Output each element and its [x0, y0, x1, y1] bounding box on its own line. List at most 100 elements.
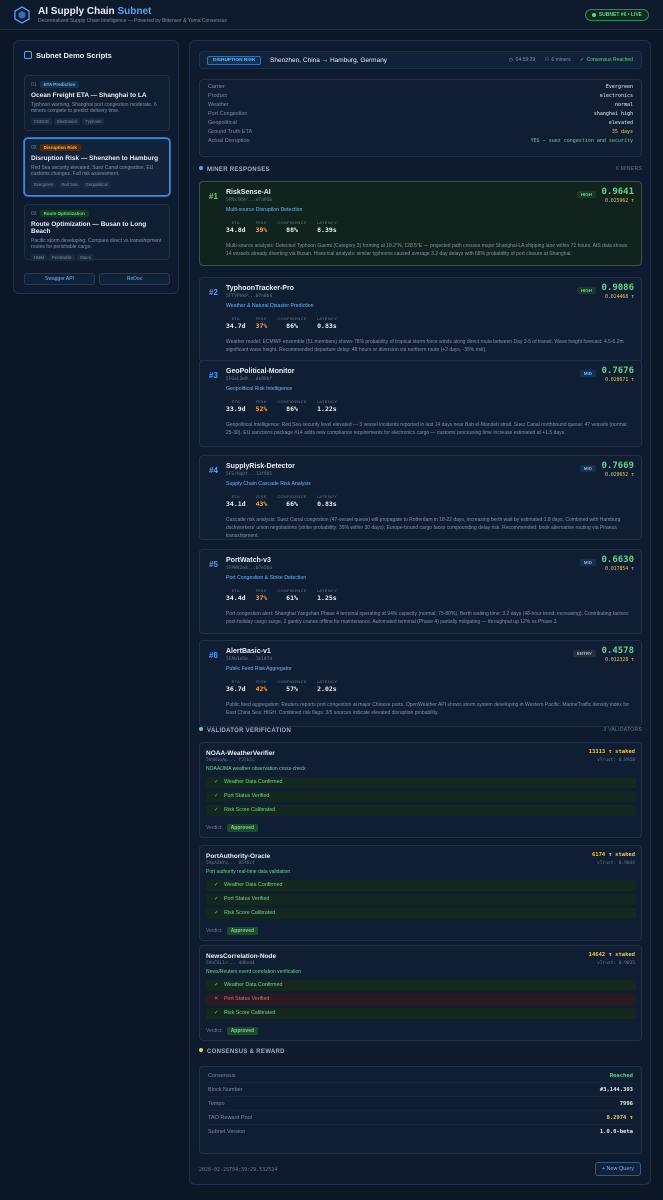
query-type-badge: DISRUPTION RISK — [207, 56, 262, 65]
miner-reward: 0.020671 τ — [605, 378, 634, 383]
miner-specialty: Geopolitical Risk Intelligence — [226, 386, 293, 392]
live-status-badge: SUBNET #6 • LIVE — [584, 9, 649, 21]
clock-icon: ◷ — [508, 57, 514, 63]
miner-analysis: Geopolitical Intelligence: Red Sea secur… — [226, 422, 628, 436]
script-title: Route Optimization — Busan to Long Beach — [31, 221, 147, 235]
info-row: Actual Disruption YES — suez congestion a… — [208, 138, 633, 144]
script-description: Red Sea security elevated, Suez Canal co… — [31, 165, 154, 177]
app-header: AI Supply Chain Subnet Decentralized Sup… — [0, 0, 663, 30]
check-icon: ✓ — [214, 793, 219, 799]
miner-reward: 0.025962 τ — [605, 199, 634, 204]
consensus-reward-heading: CONSENSUS & REWARD — [199, 1048, 642, 1055]
info-row: Carrier Evergreen — [208, 84, 633, 90]
validator-stake: 14642 τ staked — [588, 952, 635, 958]
script-description: Typhoon warning, Shanghai port congestio… — [31, 102, 157, 114]
miner-analysis: Weather model: ECMWF ensemble (51 member… — [226, 339, 624, 353]
script-tag: Evergreen — [31, 181, 57, 188]
miner-hotkey: 5FRx7K9r...eTa91b — [226, 198, 273, 203]
script-tag: HMM — [31, 254, 48, 261]
script-type-badge: Route Optimization — [39, 210, 89, 217]
validator-vtrust: vTrust: 0.9835 — [597, 961, 635, 966]
consensus-row: Tempo 7996 — [208, 1097, 633, 1111]
miner-rank: #4 — [209, 466, 218, 475]
miner-card[interactable]: #3 GeoPolitical-Monitor 5FGeL2m9...dk89b… — [199, 360, 642, 447]
info-row: Weather normal — [208, 102, 633, 108]
miner-tier-badge: MID — [579, 465, 596, 472]
script-tag: Electronics — [53, 118, 81, 125]
miner-rank: #2 — [209, 288, 218, 297]
validator-card: NOAA-WeatherVerifier 5VnN1oAp... f37b1c … — [199, 742, 642, 838]
miner-hotkey: 5FGeL2m9...dk89bf — [226, 377, 273, 382]
miner-tier-badge: MID — [579, 559, 596, 566]
query-info-table: Carrier Evergreen Product electronics Weat… — [199, 79, 642, 157]
miner-analysis: Cascade risk analysis: Suez Canal conges… — [226, 517, 621, 539]
consensus-row: Subnet Version 1.0.0-beta — [208, 1129, 633, 1135]
validator-verification-heading: VALIDATOR VERIFICATION 3 VALIDATORS — [199, 727, 642, 734]
consensus-table: Consensus Reached Block Number #3,144,393 … — [199, 1066, 642, 1154]
script-card-eta[interactable]: 01 ETA Prediction Ocean Freight ETA — Sha… — [24, 75, 170, 131]
live-dot-icon — [591, 12, 596, 17]
info-row: Port Congestion shanghai high — [208, 111, 633, 117]
miner-hotkey: 5FPWV2e8...07e56a — [226, 566, 273, 571]
new-query-button[interactable]: + New Query — [594, 1162, 641, 1176]
miner-rank: #3 — [209, 371, 218, 380]
check-row: ✓ Weather Data Confirmed — [206, 880, 636, 891]
miner-stats: ETA 34.8d RISK 39% CONFIDENCE 88% LATENCY 8.… — [226, 220, 338, 234]
miner-analysis: Multi-source analysis: Detected Typhoon … — [226, 243, 628, 257]
verdict: Verdict: Approved — [206, 1027, 259, 1035]
check-row: ✓ Port Status Verified — [206, 894, 636, 905]
cube-icon — [24, 51, 32, 59]
script-type-badge: Disruption Risk — [39, 144, 81, 151]
query-route-bar: DISRUPTION RISK Shenzhen, China → Hambur… — [199, 51, 642, 69]
check-icon: ✓ — [214, 896, 219, 902]
route-text: Shenzhen, China → Hamburg, Germany — [270, 57, 388, 64]
miner-stats: ETA 33.9d RISK 52% CONFIDENCE 86% LATENCY 1.… — [226, 399, 338, 413]
check-icon: ✓ — [214, 807, 219, 813]
miner-card[interactable]: #5 PortWatch-v3 5FPWV2e8...07e56a Port C… — [199, 549, 642, 634]
miner-specialty: Weather & Natural Disaster Prediction — [226, 303, 314, 309]
script-tag: Perishable — [49, 254, 75, 261]
info-row: Geopolitical elevated — [208, 120, 633, 126]
miner-card[interactable]: #4 SupplyRisk-Detector 5FSrHq0f...13f985… — [199, 455, 642, 540]
miner-reward: 0.020652 τ — [605, 473, 634, 478]
validator-hotkey: 5VpA2kYq... 05f6cf — [206, 861, 255, 866]
section-dot-icon — [199, 1048, 203, 1052]
script-card-route[interactable]: 03 Route Optimization Route Optimization … — [24, 204, 170, 261]
script-tag: Red Sea — [58, 181, 81, 188]
validator-hotkey: 5VnN1oAp... f37b1c — [206, 758, 255, 763]
miners-icon: ⚇ — [544, 57, 550, 63]
swagger-api-button[interactable]: Swagger API — [24, 273, 95, 285]
miner-specialty: Multi-source Disruption Detection — [226, 207, 303, 213]
miner-card[interactable]: #1 RiskSense-AI 5FRx7K9r...eTa91b Multi-… — [199, 181, 642, 266]
check-icon: ✓ — [214, 910, 219, 916]
miner-analysis: Port congestion alert: Shanghai Yangshan… — [226, 611, 630, 625]
miner-card[interactable]: #6 AlertBasic-v1 5FAb1aSm...1b187d Publi… — [199, 640, 642, 727]
miner-rank: #5 — [209, 560, 218, 569]
script-description: Pacific storm developing. Compare direct… — [31, 238, 162, 250]
miner-specialty: Port Congestion & Strike Detection — [226, 575, 307, 581]
verdict: Verdict: Approved — [206, 927, 259, 935]
check-row: ✓ Weather Data Confirmed — [206, 980, 636, 991]
miner-specialty: Supply Chain Cascade Risk Analysis — [226, 481, 311, 487]
miner-score: 0.6630 — [601, 555, 634, 565]
validator-stake: 13313 τ staked — [588, 749, 635, 755]
miner-name: PortWatch-v3 — [226, 557, 271, 564]
miner-card[interactable]: #2 TyphoonTracker-Pro 5FTYPhkP...07n8b4 … — [199, 277, 642, 362]
miner-reward: 0.024468 τ — [605, 295, 634, 300]
miner-specialty: Public Feed Risk Aggregator — [226, 666, 292, 672]
query-meta: ◷ 04:59:29 ⚇ 6 miners ✓ Consensus Reache… — [508, 57, 633, 63]
section-dot-icon — [199, 166, 203, 170]
verdict: Verdict: Approved — [206, 824, 259, 832]
sidebar: Subnet Demo Scripts 01 ETA Prediction Oce… — [13, 40, 179, 294]
info-row: Ground Truth ETA 35 days — [208, 129, 633, 135]
miner-responses-heading: MINER RESPONSES 6 MINERS — [199, 166, 642, 173]
miner-hotkey: 5FSrHq0f...13f985 — [226, 472, 273, 477]
approved-badge: Approved — [226, 1027, 259, 1035]
redoc-button[interactable]: ReDoc — [99, 273, 170, 285]
script-tag: Typhoon — [82, 118, 105, 125]
miner-name: RiskSense-AI — [226, 189, 271, 196]
miner-stats: ETA 34.4d RISK 37% CONFIDENCE 61% LATENCY 1.… — [226, 588, 338, 602]
miner-reward: 0.017854 τ — [605, 567, 634, 572]
script-card-risk[interactable]: 02 Disruption Risk Disruption Risk — Shen… — [24, 138, 170, 196]
cross-icon: ✕ — [214, 996, 219, 1002]
